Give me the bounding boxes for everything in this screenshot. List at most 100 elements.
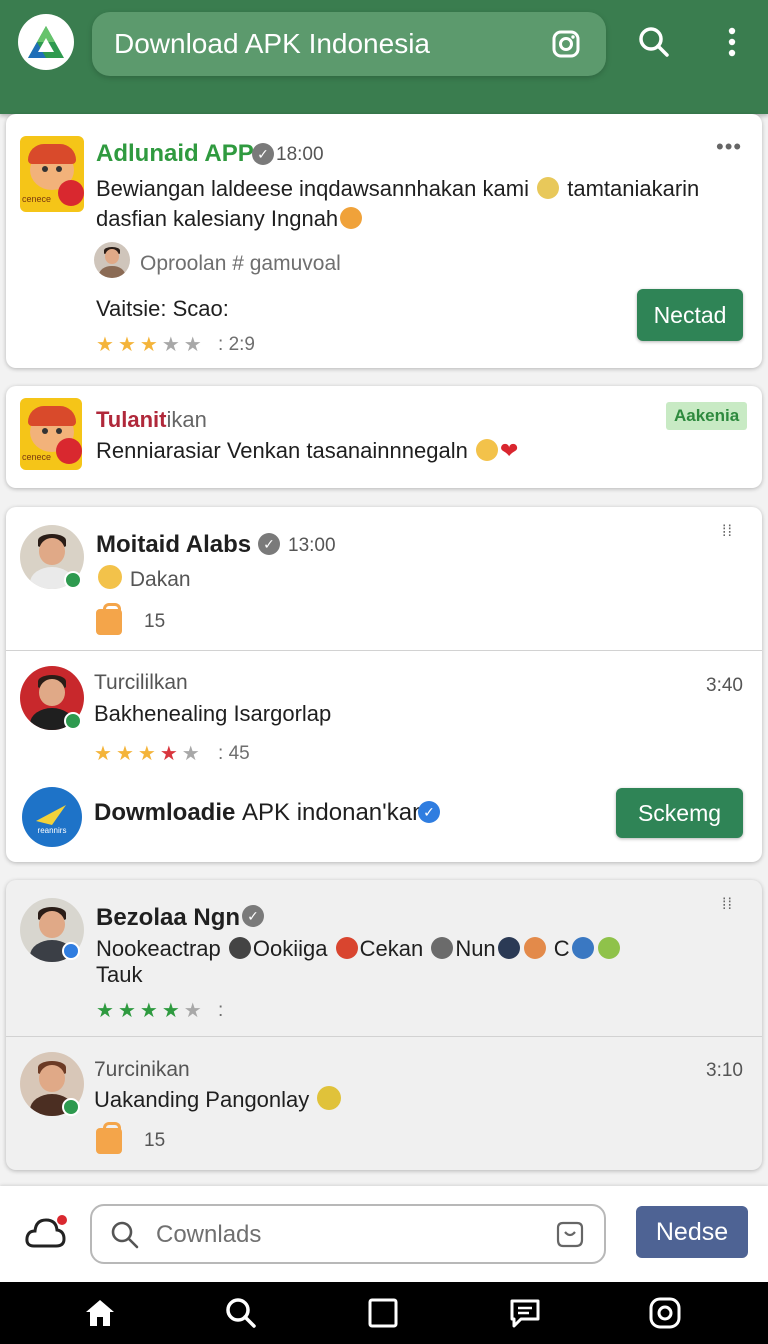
smile-emoji-icon [475, 439, 498, 461]
user-avatar[interactable] [94, 242, 130, 278]
avatar-body [99, 265, 125, 278]
promo-title[interactable]: Dowmloadie APK indonan'kan [94, 799, 425, 827]
star-icon: ★ [117, 334, 140, 356]
sticker-icon[interactable] [554, 1220, 586, 1255]
nectad-button[interactable]: Nectad [637, 289, 743, 341]
star-icon: ★ [139, 334, 162, 356]
search-icon[interactable] [224, 1296, 258, 1330]
feed-card[interactable]: Moitaid Alabs ✓ 13:00 ⁞⁞ Dakan 15 Turcil… [6, 507, 762, 862]
face-emoji-icon [523, 937, 546, 959]
app-icon-badge [58, 180, 84, 206]
divider [6, 650, 762, 651]
drag-handle-icon[interactable]: ⁞⁞ [722, 524, 733, 540]
cloud-notification-icon[interactable] [24, 1212, 68, 1252]
app-icon-hair [28, 406, 76, 426]
download-app-icon-tag: reannirs [38, 826, 67, 835]
pineapple-emoji-icon [317, 1086, 342, 1110]
rating-number: 2:9 [228, 334, 255, 355]
rating-number: 45 [228, 743, 250, 764]
instagram-icon[interactable] [546, 24, 586, 64]
notification-card[interactable]: cenece Tulanitikan Aakenia Renniarasiar … [6, 386, 762, 488]
star-icon: ★ [94, 743, 116, 765]
bottom-navigation-bar [0, 1282, 768, 1344]
star-icon: ★ [137, 743, 160, 765]
avatar-head [39, 537, 65, 565]
download-app-icon[interactable]: reannirs [22, 787, 82, 847]
person-emoji-icon [431, 937, 454, 959]
post-time: 13:00 [288, 535, 336, 556]
search-icon[interactable] [634, 20, 674, 64]
post-text-line2-text: dasfian kalesiany Ingnah [96, 206, 339, 231]
post-text-line1: Nookeactrap Ookiiga Cekan Nun C [96, 936, 622, 962]
verified-icon: ✓ [258, 533, 280, 555]
user-name[interactable]: 7urcinikan [94, 1058, 190, 1082]
app-logo-icon[interactable] [18, 14, 74, 70]
post-text: Bakhenealing Isargorlap [94, 701, 332, 726]
star-icon: ★ [159, 743, 182, 765]
post-subtitle[interactable]: Oproolan # gamuvoal [140, 252, 341, 276]
status-icon [62, 942, 80, 960]
app-card[interactable]: cenece Adlunaid APP ✓ 18:00 ••• Bewianga… [6, 114, 762, 368]
star-rating: ★★★★★ [96, 998, 206, 1023]
star-icon: ★ [96, 1000, 118, 1022]
post-text: Dakan [96, 565, 191, 592]
app-icon-eye [42, 428, 48, 434]
feed-card[interactable]: Bezolaa Ngn ✓ ⁞⁞ Nookeactrap Ookiiga Cek… [6, 880, 762, 1170]
blush-emoji-icon [98, 565, 122, 589]
user-name[interactable]: Turcililkan [94, 671, 188, 695]
square-icon[interactable] [366, 1296, 400, 1330]
app-icon-eye [56, 428, 62, 434]
person-emoji-icon [228, 937, 251, 959]
star-icon: ★ [181, 743, 204, 765]
star-icon: ★ [183, 334, 206, 356]
divider [6, 1036, 762, 1037]
app-icon-badge [56, 438, 82, 464]
app-icon-tag: cenece [22, 194, 52, 204]
app-icon-eye [56, 166, 62, 172]
shopping-bag-icon[interactable] [96, 603, 122, 635]
notification-title-rest: ikan [166, 407, 207, 432]
app-icon-tag: cenece [22, 452, 52, 462]
post-time: 18:00 [276, 144, 324, 165]
app-name[interactable]: Adlunaid APP [96, 140, 254, 168]
app-header: Download APK Indonesia [0, 0, 768, 114]
post-time: 3:40 [706, 675, 743, 696]
rating-separator: : [218, 1000, 224, 1021]
sckemg-button[interactable]: Sckemg [616, 788, 743, 838]
person-emoji-icon [497, 937, 520, 959]
online-status-icon [64, 712, 82, 730]
search-placeholder: Cownlads [156, 1221, 262, 1248]
star-icon: ★ [96, 334, 118, 356]
online-status-icon [64, 571, 82, 589]
promo-title-bold: Dowmloadie [94, 799, 236, 826]
notification-title-bold: Tulanit [96, 407, 167, 432]
app-icon[interactable]: cenece [20, 136, 84, 212]
header-title: Download APK Indonesia [114, 28, 430, 59]
post-text-line1: Bewiangan laldeese inqdawsannhakan kami … [96, 176, 699, 202]
chat-icon[interactable] [508, 1296, 542, 1330]
camera-icon[interactable] [648, 1296, 682, 1330]
more-vert-icon[interactable] [712, 20, 752, 64]
heart-icon: ❤ [499, 438, 519, 463]
post-text-part: Nun [455, 936, 496, 961]
sparkle-emoji-icon [537, 177, 560, 199]
user-name[interactable]: Bezolaa Ngn [96, 904, 240, 932]
drag-handle-icon[interactable]: ⁞⁞ [722, 897, 733, 913]
header-title-pill[interactable]: Download APK Indonesia [92, 12, 606, 76]
verified-icon: ✓ [252, 143, 274, 165]
star-rating: ★★★★★ [94, 741, 204, 766]
notification-text-content: Renniarasiar Venkan tasanainnnegaln [96, 438, 468, 463]
notification-title[interactable]: Tulanitikan [96, 407, 207, 433]
star-rating: ★★★★★ [96, 332, 206, 357]
app-icon-hair [28, 144, 76, 164]
user-name[interactable]: Moitaid Alabs [96, 531, 251, 559]
more-horiz-icon[interactable]: ••• [716, 134, 742, 160]
search-input[interactable]: Cownlads [90, 1204, 606, 1264]
star-icon: ★ [183, 1000, 206, 1022]
shopping-bag-icon[interactable] [96, 1122, 122, 1154]
post-text-part: C [553, 936, 570, 961]
promo-title-rest: APK indonan'kan [242, 799, 426, 826]
send-button[interactable]: Nedse [636, 1206, 748, 1258]
app-icon[interactable]: cenece [20, 398, 82, 470]
home-icon[interactable] [83, 1296, 117, 1330]
